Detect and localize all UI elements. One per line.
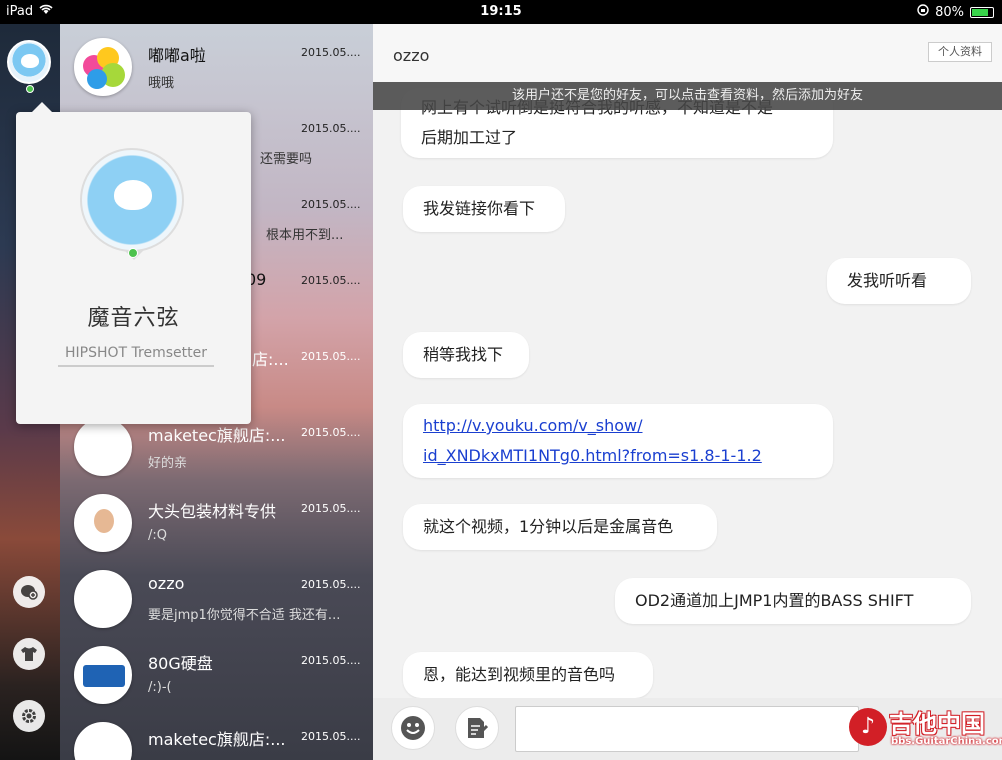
message-text: 就这个视频，1分钟以后是金属音色: [423, 517, 674, 536]
message-bubble[interactable]: 我发链接你看下: [403, 186, 565, 232]
conversation-time: 2015.05....: [301, 502, 361, 515]
avatar: [74, 494, 132, 552]
message-link[interactable]: http://v.youku.com/v_show/: [423, 411, 813, 441]
guitar-logo-icon: ♪: [849, 708, 887, 746]
message-link[interactable]: id_XNDkxMTI1NTg0.html?from=s1.8-1-1.2: [423, 441, 813, 471]
conversation-time: 2015.05....: [301, 730, 361, 743]
conversation-preview: 要是jmp1你觉得不合适 我还有...: [148, 608, 341, 623]
watermark-url: bbs.GuitarChina.com: [891, 736, 1002, 747]
chat-header: ozzo 个人资料: [373, 24, 1002, 82]
message-input[interactable]: [515, 706, 859, 752]
message-bubble[interactable]: http://v.youku.com/v_show/ id_XNDkxMTI1N…: [403, 404, 833, 478]
message-text: 发我听听看: [847, 271, 928, 290]
conversation-preview: 哦哦: [148, 76, 175, 91]
profile-popover[interactable]: 魔音六弦 HIPSHOT Tremsetter: [16, 102, 251, 424]
conversation-item[interactable]: 嘟嘟a啦 2015.05.... 哦哦: [60, 24, 373, 100]
conversation-preview: 根本用不到...: [266, 228, 344, 243]
message-bubble[interactable]: 发我听听看: [827, 258, 971, 304]
conversation-preview: 好的亲: [148, 456, 188, 471]
conversation-item[interactable]: ozzo 2015.05.... 要是jmp1你觉得不合适 我还有...: [60, 556, 373, 632]
profile-name: 魔音六弦: [87, 306, 180, 331]
chat-title: ozzo: [393, 46, 430, 65]
message-bubble[interactable]: 就这个视频，1分钟以后是金属音色: [403, 504, 717, 550]
conversation-time: 2015.05....: [301, 274, 361, 287]
avatar: [74, 38, 132, 96]
message-text: 恩，能达到视频里的音色吗: [423, 665, 616, 684]
avatar: [74, 646, 132, 704]
add-chat-icon[interactable]: [13, 576, 45, 608]
gear-icon[interactable]: [13, 700, 45, 732]
conversation-item[interactable]: 80G硬盘 2015.05.... /:)-(: [60, 632, 373, 708]
message-bubble[interactable]: 稍等我找下: [403, 332, 529, 378]
shirt-icon[interactable]: [13, 638, 45, 670]
conversation-preview: /:Q: [148, 528, 167, 543]
smiley-icon[interactable]: [391, 706, 435, 750]
profile-avatar: [80, 148, 184, 252]
profile-button[interactable]: 个人资料: [928, 42, 992, 62]
conversation-time: 2015.05....: [301, 426, 361, 439]
message-text: OD2通道加上JMP1内置的BASS SHIFT: [635, 591, 914, 610]
watermark-text: 吉他中国: [889, 710, 985, 738]
my-avatar[interactable]: [7, 40, 51, 84]
clock: 19:15: [480, 4, 522, 19]
conversation-time: 2015.05....: [301, 122, 361, 135]
avatar: [74, 570, 132, 628]
conversation-name: ozzo: [148, 574, 185, 593]
online-status-dot: [128, 248, 138, 258]
battery-icon: [970, 6, 994, 18]
conversation-name: 嘟嘟a啦: [148, 46, 206, 65]
status-bar: iPad 19:15 80%: [0, 0, 1002, 24]
avatar: [74, 418, 132, 476]
conversation-name: 大头包装材料专供: [148, 502, 277, 521]
battery-percent: 80%: [935, 4, 964, 20]
message-text: 后期加工过了: [421, 128, 518, 147]
conversation-name: 80G硬盘: [148, 654, 213, 673]
chat-panel: ozzo 个人资料 网上有个试听倒是挺符合我的听感，不知道是不是 后期加工过了 …: [373, 24, 1002, 760]
conversation-preview: /:)-(: [148, 680, 172, 695]
message-text: 稍等我找下: [423, 345, 504, 364]
profile-signature-input[interactable]: HIPSHOT Tremsetter: [58, 345, 214, 367]
conversation-item[interactable]: 大头包装材料专供 2015.05.... /:Q: [60, 480, 373, 556]
conversation-name: 店:...: [252, 350, 289, 369]
conversation-time: 2015.05....: [301, 350, 361, 363]
conversation-preview: 还需要吗: [260, 152, 313, 167]
conversation-name: maketec旗舰店:...: [148, 426, 286, 445]
avatar: [74, 722, 132, 760]
rotation-lock-icon: [917, 4, 929, 20]
message-text: 我发链接你看下: [423, 199, 536, 218]
conversation-name: maketec旗舰店:...: [148, 730, 286, 749]
message-bubble[interactable]: 恩，能达到视频里的音色吗: [403, 652, 653, 698]
conversation-time: 2015.05....: [301, 578, 361, 591]
message-bubble[interactable]: OD2通道加上JMP1内置的BASS SHIFT: [615, 578, 971, 624]
watermark: ♪ 吉他中国 bbs.GuitarChina.com: [849, 704, 1002, 754]
conversation-time: 2015.05....: [301, 46, 361, 59]
message-list[interactable]: 网上有个试听倒是挺符合我的听感，不知道是不是 后期加工过了 我发链接你看下 发我…: [373, 82, 1002, 698]
note-icon[interactable]: [455, 706, 499, 750]
online-status-dot: [26, 85, 34, 93]
conversation-time: 2015.05....: [301, 198, 361, 211]
conversation-time: 2015.05....: [301, 654, 361, 667]
conversation-item[interactable]: maketec旗舰店:... 2015.05....: [60, 708, 373, 760]
friend-notice[interactable]: 该用户还不是您的好友，可以点击查看资料，然后添加为好友: [373, 82, 1002, 110]
